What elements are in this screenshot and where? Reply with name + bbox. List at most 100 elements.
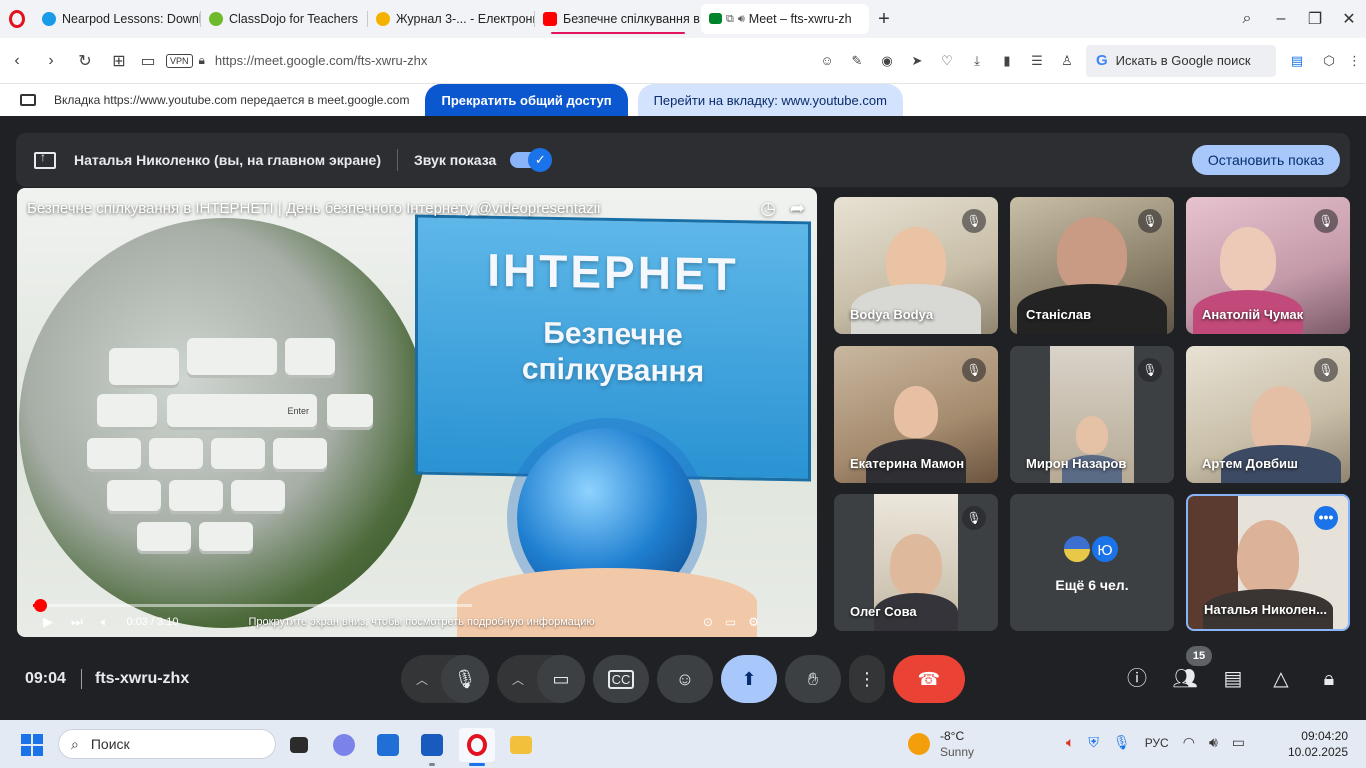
extension-icon[interactable]: ▤ xyxy=(1284,53,1310,69)
shared-video[interactable]: Enter ІНТЕРНЕТ Безпечне спілкування Безп… xyxy=(17,188,817,637)
leave-call-button[interactable]: ☎ xyxy=(893,655,965,703)
url-field[interactable]: https://meet.google.com/fts-xwru-zhx xyxy=(215,53,814,68)
participant-tile[interactable]: 🎙︎ Артем Довбиш xyxy=(1186,346,1350,483)
activities-icon[interactable]: △ xyxy=(1267,665,1295,693)
reactions-button[interactable]: ☺ xyxy=(657,655,713,703)
subtitles-icon[interactable]: ▭ xyxy=(725,615,736,629)
participant-name: Мирон Назаров xyxy=(1026,456,1127,471)
restore-button[interactable]: ❐ xyxy=(1298,9,1332,29)
profile-icon[interactable]: ♙ xyxy=(1054,53,1080,69)
edit-icon[interactable]: ✎ xyxy=(844,53,870,69)
more-options-icon[interactable]: ••• xyxy=(1314,506,1338,530)
play-icon[interactable]: ▶ xyxy=(43,614,53,630)
opera-icon xyxy=(467,734,487,756)
present-now-button[interactable]: ⬆ xyxy=(721,655,777,703)
tab-search-icon[interactable]: ⌕ xyxy=(1230,10,1264,28)
participant-name: Bodya Bodya xyxy=(850,307,934,322)
speaker-icon[interactable]: 🔊︎ xyxy=(738,13,745,26)
wifi-icon[interactable]: ◠ xyxy=(1183,734,1195,751)
participant-tile[interactable]: 🎙︎ Анатолій Чумак xyxy=(1186,197,1350,334)
raise-hand-button[interactable]: ✋︎ xyxy=(785,655,841,703)
host-controls-icon[interactable]: 🔒︎ xyxy=(1315,665,1343,693)
tab-label: Журнал 3-... - Електронні xyxy=(396,12,534,26)
stop-sharing-button[interactable]: Прекратить общий доступ xyxy=(425,84,628,116)
task-view-button[interactable] xyxy=(281,728,317,762)
vpn-badge[interactable]: VPN xyxy=(166,53,193,68)
lock-icon[interactable]: 🔒︎ xyxy=(199,53,205,68)
info-icon[interactable]: ⓘ xyxy=(1123,665,1151,693)
close-button[interactable]: ✕ xyxy=(1332,9,1366,29)
stop-presenting-button[interactable]: Остановить показ xyxy=(1191,145,1340,175)
next-icon[interactable]: ⏭ xyxy=(71,614,83,630)
self-tile[interactable]: ••• Наталья Николен... xyxy=(1186,494,1350,631)
input-language[interactable]: РУС xyxy=(1145,736,1169,750)
participant-tile[interactable]: 🎙︎ Екатерина Мамон xyxy=(834,346,998,483)
mic-options-chevron-icon[interactable]: ︿ xyxy=(401,671,443,688)
more-participants-tile[interactable]: Ю Ещё 6 чел. xyxy=(1010,494,1174,631)
heart-icon[interactable]: ♡ xyxy=(934,53,960,69)
opera-menu-icon[interactable] xyxy=(0,0,34,38)
google-search-field[interactable]: G Искать в Google поиск xyxy=(1086,44,1276,77)
camera-options-chevron-icon[interactable]: ︿ xyxy=(497,671,539,688)
muted-mic-icon: 🎙︎ xyxy=(1138,358,1162,382)
tab-nearpod[interactable]: Nearpod Lessons: Downlo xyxy=(34,4,200,34)
share-audio-toggle[interactable] xyxy=(510,148,553,172)
participant-tile[interactable]: 🎙︎ Bodya Bodya xyxy=(834,197,998,334)
tab-youtube[interactable]: Безпечне спілкування в І xyxy=(535,4,701,34)
new-tab-button[interactable]: + xyxy=(869,8,899,31)
people-icon[interactable]: 👥︎ xyxy=(1171,665,1199,693)
chat-icon[interactable]: ▤ xyxy=(1219,665,1247,693)
muted-mic-icon: 🎙︎ xyxy=(962,506,986,530)
tab-label: ClassDojo for Teachers xyxy=(229,12,358,26)
opera-app[interactable] xyxy=(459,728,495,766)
participant-tile[interactable]: 🎙︎ Мирон Назаров xyxy=(1010,346,1174,483)
tab-classdojo[interactable]: ClassDojo for Teachers xyxy=(201,4,367,34)
settings-gear-icon[interactable]: ⚙ xyxy=(748,615,759,629)
minimize-button[interactable]: – xyxy=(1264,10,1298,28)
participant-tile[interactable]: 🎙︎ Станіслав xyxy=(1010,197,1174,334)
file-explorer-app[interactable] xyxy=(503,728,539,762)
forward-button[interactable]: › xyxy=(34,52,68,70)
store-app[interactable] xyxy=(370,728,406,762)
reload-button[interactable]: ↻ xyxy=(68,51,102,71)
more-options-button[interactable]: ⋮ xyxy=(849,655,885,703)
microphone-tray-icon[interactable]: 🎙︎ xyxy=(1113,734,1131,751)
teams-app[interactable] xyxy=(326,728,362,762)
snapshot-icon[interactable]: ▭ xyxy=(136,51,160,71)
camera-icon[interactable]: ◉ xyxy=(874,53,900,69)
volume-muted-icon[interactable]: 🔈︎ xyxy=(1066,734,1074,751)
word-app[interactable] xyxy=(414,728,450,766)
extensions-cube-icon[interactable]: ⬡ xyxy=(1316,53,1342,69)
microphone-button[interactable]: 🎙︎ xyxy=(441,655,489,703)
volume-icon[interactable]: 🔈︎ xyxy=(101,614,109,630)
emoji-icon[interactable]: ☺ xyxy=(814,53,840,69)
start-button[interactable] xyxy=(21,734,43,756)
tabs-grid-icon[interactable]: ⊞ xyxy=(102,51,136,71)
tab-journal[interactable]: Журнал 3-... - Електронні xyxy=(368,4,534,34)
muted-mic-icon: 🎙︎ xyxy=(962,358,986,382)
autoplay-toggle-icon[interactable]: ⊙ xyxy=(703,615,713,629)
sharing-message: Вкладка https://www.youtube.com передает… xyxy=(54,93,410,107)
hang-up-icon: ☎ xyxy=(917,668,941,689)
watch-later-icon[interactable]: ◷ xyxy=(760,198,776,219)
sidebar-icon[interactable]: ⋮ xyxy=(1348,53,1361,69)
task-view-icon xyxy=(290,737,308,753)
weather-widget[interactable]: -8°C Sunny xyxy=(908,728,974,760)
share-icon[interactable]: ➦ xyxy=(790,198,805,219)
send-icon[interactable]: ➤ xyxy=(904,53,930,69)
download-icon[interactable]: ⤓ xyxy=(964,53,990,69)
defender-icon[interactable]: ⛨ xyxy=(1088,734,1099,751)
switch-to-tab-button[interactable]: Перейти на вкладку: www.youtube.com xyxy=(637,84,903,116)
participant-tile[interactable]: 🎙︎ Олег Сова xyxy=(834,494,998,631)
easy-setup-icon[interactable]: ☰ xyxy=(1024,53,1050,69)
taskbar-search[interactable]: ⌕ Поиск xyxy=(58,729,276,759)
camera-button[interactable]: ▭ xyxy=(537,655,585,703)
back-button[interactable]: ‹ xyxy=(0,52,34,70)
battery-saver-icon[interactable]: ▮ xyxy=(994,53,1020,69)
captions-button[interactable]: CC xyxy=(593,655,649,703)
battery-icon[interactable]: ▭ xyxy=(1232,734,1245,751)
taskbar-clock[interactable]: 09:04:20 10.02.2025 xyxy=(1288,728,1348,760)
speaker-tray-icon[interactable]: 🔊︎ xyxy=(1209,734,1218,751)
video-title[interactable]: Безпечне спілкування в ІНТЕРНЕТІ | День … xyxy=(27,200,600,217)
tab-meet[interactable]: ⧉ 🔊︎ Meet – fts-xwru-zh xyxy=(701,4,869,34)
